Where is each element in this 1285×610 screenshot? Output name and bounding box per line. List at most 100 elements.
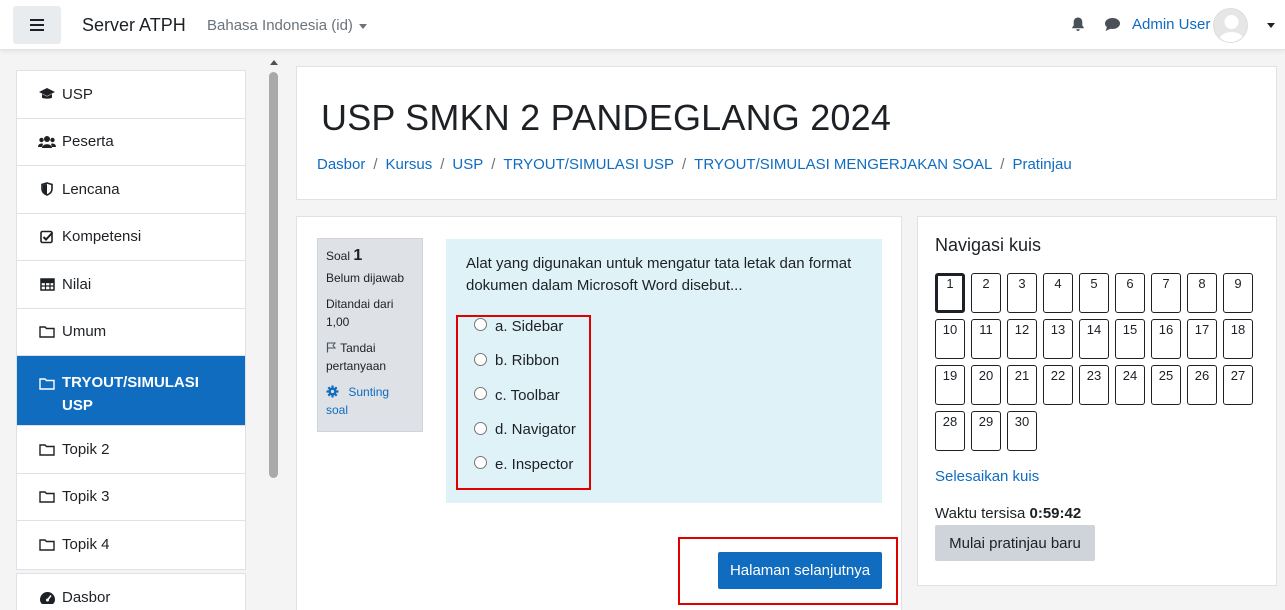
page-title: USP SMKN 2 PANDEGLANG 2024 xyxy=(321,97,892,138)
quiz-nav-button-24[interactable]: 24 xyxy=(1115,365,1145,405)
sidebar-item-umum[interactable]: Umum xyxy=(17,309,245,356)
sidebar-item-usp[interactable]: USP xyxy=(17,71,245,119)
start-new-preview-button[interactable]: Mulai pratinjau baru xyxy=(935,525,1095,561)
folder-icon xyxy=(38,375,56,391)
breadcrumb-tryout-mengerjakan-soal[interactable]: TRYOUT/SIMULASI MENGERJAKAN SOAL xyxy=(694,156,992,173)
quiz-nav-button-9[interactable]: 9 xyxy=(1223,273,1253,313)
folder-icon xyxy=(38,489,56,505)
site-name[interactable]: Server ATPH xyxy=(82,15,186,36)
quiz-nav-button-13[interactable]: 13 xyxy=(1043,319,1073,359)
quiz-nav-button-7[interactable]: 7 xyxy=(1151,273,1181,313)
question-label: Soal xyxy=(326,249,351,263)
quiz-nav-button-6[interactable]: 6 xyxy=(1115,273,1145,313)
check-square-icon xyxy=(38,229,56,245)
quiz-nav-title: Navigasi kuis xyxy=(935,235,1042,255)
quiz-navigation: Navigasi kuis 1 2 3 4 5 6 7 8 9 10 11 12 13 14 15 16 17 1… xyxy=(917,216,1277,586)
scroll-up-icon[interactable] xyxy=(270,60,278,65)
page-header: USP SMKN 2 PANDEGLANG 2024 Dasbor / Kursu… xyxy=(296,66,1277,200)
options-highlight-box xyxy=(456,315,591,490)
sidebar-item-label: Topik 2 xyxy=(62,440,110,458)
quiz-nav-button-17[interactable]: 17 xyxy=(1187,319,1217,359)
menu-toggle-button[interactable] xyxy=(13,6,61,44)
breadcrumb-pratinjau[interactable]: Pratinjau xyxy=(1012,156,1071,173)
dashboard-icon xyxy=(38,590,56,606)
question-text: Alat yang digunakan untuk mengatur tata … xyxy=(466,255,852,294)
sidebar-item-topik-3[interactable]: Topik 3 xyxy=(17,474,245,521)
question-info: Soal 1 Belum dijawab Ditandai dari 1,00 … xyxy=(317,238,423,432)
quiz-nav-button-26[interactable]: 26 xyxy=(1187,365,1217,405)
quiz-nav-button-27[interactable]: 27 xyxy=(1223,365,1253,405)
quiz-nav-button-10[interactable]: 10 xyxy=(935,319,965,359)
avatar[interactable] xyxy=(1213,8,1248,43)
quiz-nav-button-4[interactable]: 4 xyxy=(1043,273,1073,313)
question-marks: Ditandai dari 1,00 xyxy=(326,297,394,329)
quiz-nav-button-2[interactable]: 2 xyxy=(971,273,1001,313)
graduation-cap-icon xyxy=(38,86,56,102)
quiz-nav-button-28[interactable]: 28 xyxy=(935,411,965,451)
sidebar-item-tryout-simulasi-usp[interactable]: TRYOUT/SIMULASI USP xyxy=(17,356,245,426)
question-number: 1 xyxy=(353,247,363,264)
shield-icon xyxy=(38,181,56,197)
sidebar-item-label: USP xyxy=(62,85,93,103)
sidebar-item-kompetensi[interactable]: Kompetensi xyxy=(17,214,245,261)
sidebar-item-topik-4[interactable]: Topik 4 xyxy=(17,521,245,569)
quiz-nav-button-5[interactable]: 5 xyxy=(1079,273,1109,313)
quiz-nav-button-20[interactable]: 20 xyxy=(971,365,1001,405)
flag-question-link[interactable]: Tandai pertanyaan xyxy=(326,339,414,375)
language-menu[interactable]: Bahasa Indonesia (id) xyxy=(207,17,367,34)
quiz-nav-button-12[interactable]: 12 xyxy=(1007,319,1037,359)
sidebar-item-dasbor[interactable]: Dasbor xyxy=(17,574,245,610)
sidebar-item-topik-2[interactable]: Topik 2 xyxy=(17,426,245,474)
hamburger-icon xyxy=(30,24,44,26)
quiz-nav-button-30[interactable]: 30 xyxy=(1007,411,1037,451)
quiz-nav-button-15[interactable]: 15 xyxy=(1115,319,1145,359)
next-button-highlight-box xyxy=(678,537,898,605)
chat-icon[interactable] xyxy=(1104,17,1121,32)
time-value: 0:59:42 xyxy=(1029,505,1082,522)
time-remaining: Waktu tersisa 0:59:42 xyxy=(935,505,1081,522)
chevron-down-icon xyxy=(358,23,367,29)
flag-icon xyxy=(326,342,337,353)
quiz-nav-button-25[interactable]: 25 xyxy=(1151,365,1181,405)
quiz-nav-button-29[interactable]: 29 xyxy=(971,411,1001,451)
quiz-nav-grid: 1 2 3 4 5 6 7 8 9 10 11 12 13 14 15 16 17 18 19 20 21 22 23 24 2… xyxy=(935,273,1265,457)
breadcrumb-dasbor[interactable]: Dasbor xyxy=(317,156,365,173)
sidebar-item-label: Nilai xyxy=(62,275,92,293)
users-icon xyxy=(38,134,56,150)
question-card: Soal 1 Belum dijawab Ditandai dari 1,00 … xyxy=(296,216,902,610)
quiz-nav-button-8[interactable]: 8 xyxy=(1187,273,1217,313)
user-menu-name[interactable]: Admin User xyxy=(1132,16,1210,33)
folder-icon xyxy=(38,441,56,457)
breadcrumb-tryout-simulasi-usp[interactable]: TRYOUT/SIMULASI USP xyxy=(503,156,674,173)
breadcrumb-kursus[interactable]: Kursus xyxy=(386,156,433,173)
edit-question-link[interactable]: Sunting soal xyxy=(326,383,414,419)
sidebar-item-label: Dasbor xyxy=(62,589,111,607)
folder-icon xyxy=(38,324,56,340)
user-avatar-icon xyxy=(1218,15,1245,42)
quiz-nav-button-3[interactable]: 3 xyxy=(1007,273,1037,313)
breadcrumb-usp[interactable]: USP xyxy=(452,156,483,173)
time-label: Waktu tersisa xyxy=(935,505,1026,522)
gear-icon xyxy=(326,385,339,398)
quiz-nav-button-18[interactable]: 18 xyxy=(1223,319,1253,359)
sidebar-item-nilai[interactable]: Nilai xyxy=(17,261,245,309)
quiz-nav-button-1[interactable]: 1 xyxy=(935,273,965,313)
quiz-nav-button-22[interactable]: 22 xyxy=(1043,365,1073,405)
quiz-nav-button-19[interactable]: 19 xyxy=(935,365,965,405)
quiz-nav-button-14[interactable]: 14 xyxy=(1079,319,1109,359)
sidebar-item-label: TRYOUT/SIMULASI USP xyxy=(62,374,199,414)
quiz-nav-button-16[interactable]: 16 xyxy=(1151,319,1181,359)
chevron-down-icon[interactable] xyxy=(1267,23,1275,28)
bell-icon[interactable] xyxy=(1070,16,1086,32)
drawer-scrollbar[interactable] xyxy=(269,58,279,610)
question-status: Belum dijawab xyxy=(326,271,405,285)
scrollbar-thumb[interactable] xyxy=(269,72,278,478)
language-label: Bahasa Indonesia (id) xyxy=(207,17,353,34)
quiz-nav-button-23[interactable]: 23 xyxy=(1079,365,1109,405)
sidebar-item-peserta[interactable]: Peserta xyxy=(17,119,245,166)
quiz-nav-button-11[interactable]: 11 xyxy=(971,319,1001,359)
quiz-nav-button-21[interactable]: 21 xyxy=(1007,365,1037,405)
sidebar-item-label: Umum xyxy=(62,323,107,341)
finish-attempt-link[interactable]: Selesaikan kuis xyxy=(935,468,1039,485)
sidebar-item-lencana[interactable]: Lencana xyxy=(17,166,245,214)
